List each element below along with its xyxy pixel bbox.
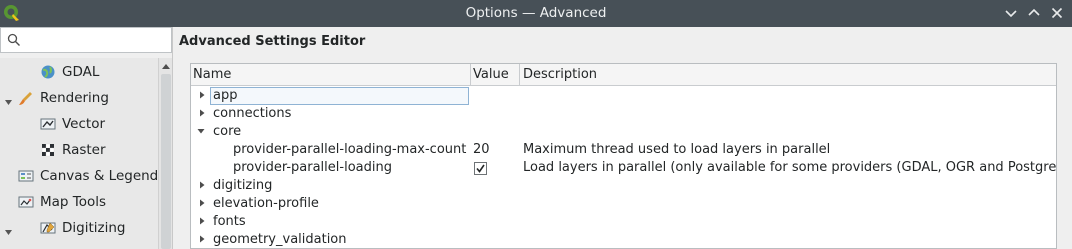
sidebar-item-canvas-legend[interactable]: Canvas & Legend bbox=[18, 163, 158, 189]
section-title: Advanced Settings Editor bbox=[179, 34, 366, 49]
setting-name: provider-parallel-loading-max-count bbox=[233, 142, 467, 157]
options-nav-tree: GDAL Rendering Vector Raster Canvas & Le… bbox=[0, 58, 158, 249]
tree-row-core[interactable]: core bbox=[191, 123, 1056, 141]
expanded-caret-icon[interactable] bbox=[4, 228, 13, 237]
chevron-up-icon bbox=[1028, 8, 1040, 16]
column-header-description[interactable]: Description bbox=[523, 67, 597, 82]
setting-description: Maximum thread used to load layers in pa… bbox=[523, 142, 831, 157]
collapsed-arrow-icon[interactable] bbox=[198, 91, 206, 99]
settings-tree[interactable]: Name Value Description app connections c… bbox=[190, 63, 1057, 249]
collapsed-arrow-icon[interactable] bbox=[198, 217, 206, 225]
scrollbar-thumb[interactable] bbox=[161, 74, 171, 249]
sidebar-item-gdal[interactable]: GDAL bbox=[40, 59, 99, 85]
tree-row-app[interactable]: app bbox=[191, 87, 1056, 105]
search-icon bbox=[7, 33, 20, 46]
column-header-value[interactable]: Value bbox=[473, 67, 509, 82]
setting-name: provider-parallel-loading bbox=[233, 160, 392, 175]
search-box[interactable] bbox=[0, 27, 172, 53]
collapsed-arrow-icon[interactable] bbox=[198, 235, 206, 243]
collapsed-arrow-icon[interactable] bbox=[198, 181, 206, 189]
canvas-legend-icon bbox=[18, 170, 34, 182]
column-divider[interactable] bbox=[470, 64, 471, 86]
setting-description: Load layers in parallel (only available … bbox=[523, 160, 1057, 175]
options-sidebar: GDAL Rendering Vector Raster Canvas & Le… bbox=[0, 27, 172, 249]
tree-row-label: connections bbox=[213, 106, 292, 121]
setting-value[interactable]: 20 bbox=[473, 142, 490, 157]
tree-row-max-count[interactable]: provider-parallel-loading-max-count 20 M… bbox=[191, 141, 1056, 159]
tree-row-parallel-loading[interactable]: provider-parallel-loading Load layers in… bbox=[191, 159, 1057, 177]
tree-row-digitizing[interactable]: digitizing bbox=[191, 177, 1056, 195]
sidebar-item-label: Vector bbox=[62, 116, 106, 132]
gdal-globe-icon bbox=[41, 65, 55, 79]
checkmark-icon bbox=[476, 164, 485, 173]
chevron-down-icon bbox=[1005, 10, 1017, 18]
tree-row-geometry-validation[interactable]: geometry_validation bbox=[191, 231, 1056, 248]
map-tools-icon bbox=[18, 196, 34, 208]
raster-render-icon bbox=[41, 143, 55, 157]
advanced-settings-panel: Advanced Settings Editor Name Value Desc… bbox=[172, 27, 1072, 249]
search-input[interactable] bbox=[25, 30, 165, 50]
tree-row-label: app bbox=[213, 88, 238, 103]
tree-row-label: elevation-profile bbox=[213, 196, 319, 211]
digitizing-icon bbox=[40, 222, 56, 234]
sidebar-item-label: Map Tools bbox=[40, 194, 107, 210]
expanded-caret-icon[interactable] bbox=[4, 98, 13, 107]
selection-highlight bbox=[210, 87, 469, 105]
maximize-button[interactable] bbox=[1025, 4, 1043, 22]
tree-row-connections[interactable]: connections bbox=[191, 105, 1056, 123]
tree-row-fonts[interactable]: fonts bbox=[191, 213, 1056, 231]
rendering-brush-icon bbox=[19, 92, 32, 105]
vector-render-icon bbox=[40, 118, 56, 130]
expanded-arrow-icon[interactable] bbox=[197, 127, 205, 135]
sidebar-item-raster[interactable]: Raster bbox=[40, 137, 106, 163]
window-titlebar: Options — Advanced bbox=[0, 0, 1072, 27]
scroll-up-arrow-icon[interactable] bbox=[161, 62, 171, 70]
collapsed-arrow-icon[interactable] bbox=[198, 109, 206, 117]
sidebar-item-vector[interactable]: Vector bbox=[40, 111, 105, 137]
sidebar-item-label: Canvas & Legend bbox=[40, 168, 159, 184]
window-title: Options — Advanced bbox=[465, 5, 607, 21]
tree-row-label: fonts bbox=[213, 214, 246, 229]
sidebar-item-label: Raster bbox=[62, 142, 106, 158]
sidebar-scrollbar[interactable] bbox=[158, 58, 172, 249]
sidebar-item-rendering[interactable]: Rendering bbox=[18, 85, 109, 111]
tree-row-label: core bbox=[213, 124, 242, 139]
sidebar-item-label: GDAL bbox=[62, 64, 100, 80]
sidebar-item-map-tools[interactable]: Map Tools bbox=[18, 189, 106, 215]
collapsed-arrow-icon[interactable] bbox=[198, 199, 206, 207]
close-button[interactable] bbox=[1048, 4, 1066, 22]
column-divider[interactable] bbox=[519, 64, 520, 86]
close-icon bbox=[1051, 7, 1063, 19]
tree-row-label: digitizing bbox=[213, 178, 273, 193]
sidebar-item-digitizing[interactable]: Digitizing bbox=[40, 215, 125, 241]
sidebar-item-label: Rendering bbox=[40, 90, 109, 106]
minimize-button[interactable] bbox=[1002, 4, 1020, 22]
tree-row-label: geometry_validation bbox=[213, 232, 347, 247]
tree-header: Name Value Description bbox=[191, 64, 1056, 86]
sidebar-item-label: Digitizing bbox=[62, 220, 126, 236]
column-header-name[interactable]: Name bbox=[193, 67, 231, 82]
tree-row-elevation-profile[interactable]: elevation-profile bbox=[191, 195, 1056, 213]
setting-checkbox[interactable] bbox=[474, 162, 487, 175]
